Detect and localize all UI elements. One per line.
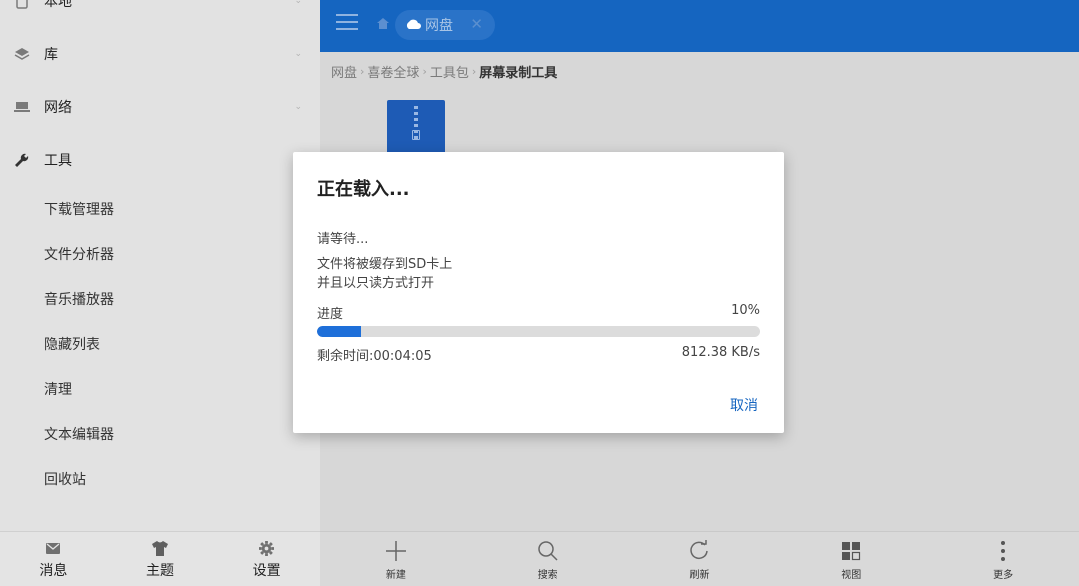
progress-label: 进度 (317, 307, 344, 322)
nav-item-label: 本地 (44, 0, 72, 10)
plus-icon (385, 538, 407, 564)
wrench-icon (13, 151, 31, 169)
breadcrumb-item[interactable]: 工具包 (430, 62, 469, 81)
nav-item-library[interactable]: 库 ⌄ (0, 27, 320, 80)
settings-label: 设置 (252, 563, 281, 579)
theme-label: 主题 (146, 563, 174, 579)
bottom-toolbar: 新建 搜索 刷新 视图 更多 (320, 531, 1079, 586)
chevron-down-icon: ⌄ (294, 48, 302, 59)
dialog-message-line: 并且以只读方式打开 (317, 276, 435, 291)
breadcrumb-current: 屏幕录制工具 (479, 66, 558, 81)
breadcrumb-separator: › (360, 65, 365, 78)
breadcrumb-item[interactable]: 喜卷全球 (367, 62, 419, 81)
sidebar-bottom-bar: 消息 主题 设置 (0, 531, 320, 586)
chevron-down-icon: ⌄ (294, 101, 302, 112)
transfer-speed: 812.38 KB/s (681, 345, 760, 360)
search-icon (537, 538, 559, 564)
nav-item-network[interactable]: 网络 ⌄ (0, 80, 320, 133)
more-label: 更多 (993, 569, 1014, 581)
progress-bar (317, 326, 760, 337)
sidebar-item-download-manager[interactable]: 下载管理器 (0, 186, 320, 231)
mail-icon (46, 538, 61, 558)
sidebar-item-hidden-list[interactable]: 隐藏列表 (0, 321, 320, 366)
tab-label: 网盘 (425, 18, 453, 34)
sidebar-item-music-player[interactable]: 音乐播放器 (0, 276, 320, 321)
refresh-label: 刷新 (689, 569, 710, 581)
dialog-title: 正在载入... (317, 179, 410, 200)
loading-dialog: 正在载入... 请等待... 文件将被缓存到SD卡上 并且以只读方式打开 进度 … (293, 152, 784, 433)
sidebar-item-text-editor[interactable]: 文本编辑器 (0, 411, 320, 456)
grid-view-icon (841, 538, 861, 564)
settings-button[interactable]: 设置 (213, 532, 320, 586)
new-label: 新建 (385, 569, 406, 581)
close-tab-icon[interactable]: ✕ (470, 15, 483, 33)
dialog-message: 请等待... 文件将被缓存到SD卡上 并且以只读方式打开 (317, 230, 452, 293)
time-remaining: 剩余时间:00:04:05 (317, 349, 432, 364)
dialog-message-line: 请等待... (317, 232, 369, 247)
progress-bar-fill (317, 326, 362, 337)
breadcrumb-item[interactable]: 网盘 (331, 62, 357, 81)
search-label: 搜索 (537, 569, 558, 581)
network-icon (13, 98, 31, 116)
phone-icon (13, 0, 31, 10)
dialog-message-line: 文件将被缓存到SD卡上 (317, 257, 453, 272)
refresh-icon (688, 538, 710, 564)
layers-icon (13, 45, 31, 63)
nav-item-tools[interactable]: 工具 (0, 133, 320, 186)
cloud-icon (405, 17, 421, 33)
home-icon[interactable] (374, 14, 392, 32)
breadcrumb: 网盘 › 喜卷全球 › 工具包 › 屏幕录制工具 (331, 62, 557, 81)
nav-item-label: 工具 (44, 152, 72, 169)
gear-icon (259, 538, 275, 558)
nav-item-label: 网络 (44, 99, 72, 116)
more-vertical-icon (1000, 538, 1006, 564)
chevron-down-icon: ⌄ (294, 0, 302, 6)
more-button[interactable]: 更多 (927, 532, 1079, 586)
nav-item-local[interactable]: 本地 ⌄ (0, 0, 320, 27)
refresh-button[interactable]: 刷新 (624, 532, 776, 586)
messages-label: 消息 (39, 563, 68, 579)
messages-button[interactable]: 消息 (0, 532, 107, 586)
cancel-button[interactable]: 取消 (730, 395, 758, 415)
theme-button[interactable]: 主题 (107, 532, 214, 586)
shirt-icon (151, 538, 169, 558)
breadcrumb-separator: › (422, 65, 427, 78)
new-button[interactable]: 新建 (320, 532, 472, 586)
tab-cloud-drive[interactable]: 网盘 ✕ (395, 10, 495, 40)
hamburger-menu-icon[interactable] (336, 14, 358, 34)
sidebar-item-recycle-bin[interactable]: 回收站 (0, 456, 320, 501)
top-app-bar: 网盘 ✕ (320, 0, 1079, 52)
view-button[interactable]: 视图 (775, 532, 927, 586)
sidebar: 本地 ⌄ 库 ⌄ 网络 ⌄ 工具 下载管理器 文件分析器 音乐播放器 隐藏列表 … (0, 0, 320, 531)
zip-file-icon[interactable] (387, 100, 445, 155)
search-button[interactable]: 搜索 (472, 532, 624, 586)
sidebar-item-cleaner[interactable]: 清理 (0, 366, 320, 411)
breadcrumb-separator: › (471, 65, 477, 78)
view-label: 视图 (841, 569, 862, 581)
progress-percent: 10% (731, 303, 760, 318)
sidebar-item-file-analyzer[interactable]: 文件分析器 (0, 231, 320, 276)
nav-item-label: 库 (44, 46, 58, 63)
